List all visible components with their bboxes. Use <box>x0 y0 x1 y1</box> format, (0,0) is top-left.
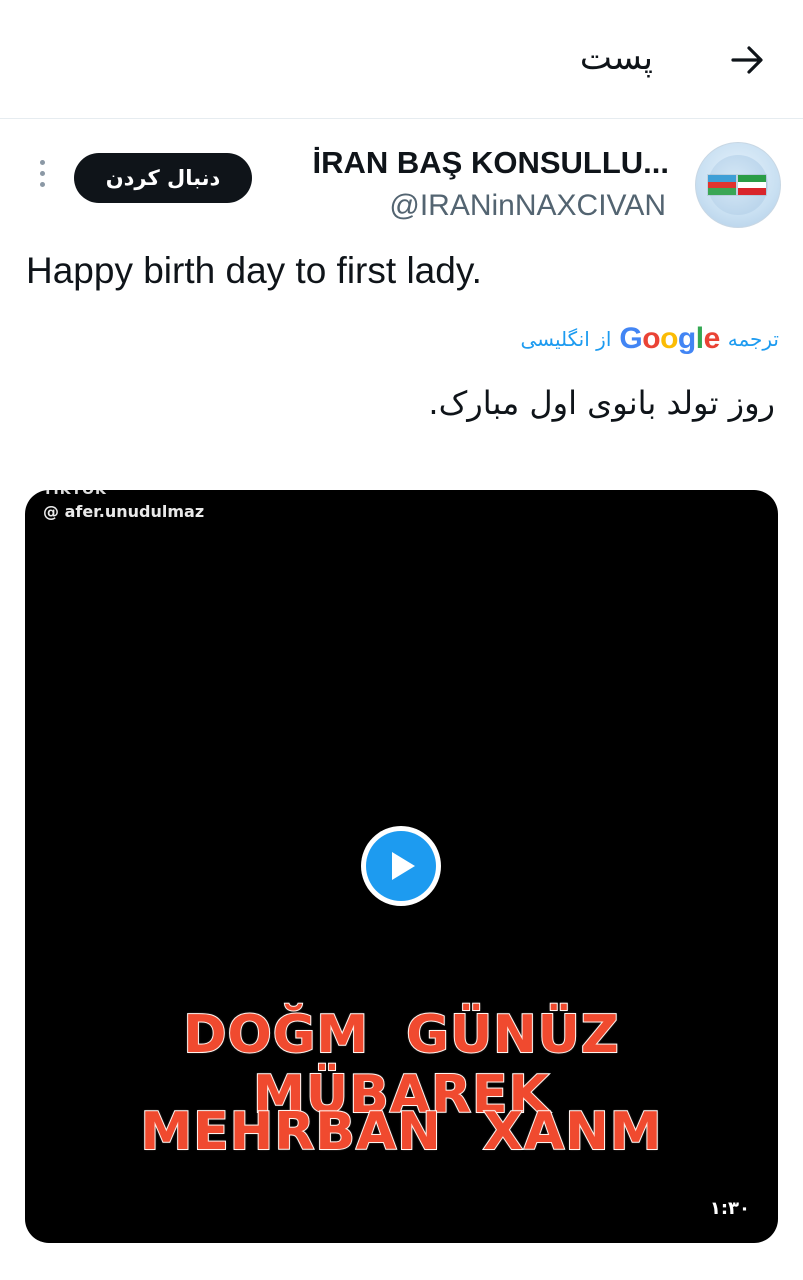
azerbaijan-flag-icon <box>708 175 736 195</box>
iran-flag-icon <box>738 175 766 195</box>
follow-button[interactable]: دنبال کردن <box>74 153 252 203</box>
tiktok-label: TIKTOK <box>43 490 107 498</box>
author-name[interactable]: İRAN BAŞ KONSULLU... <box>313 145 670 181</box>
tweet-text: Happy birth day to first lady. <box>26 250 482 291</box>
translate-suffix: از انگلیسی <box>520 327 612 351</box>
author-avatar[interactable] <box>695 142 781 228</box>
google-logo: Google <box>619 322 720 355</box>
video-watermark: @ afer.unudulmaz <box>43 502 205 521</box>
video-caption-line-2: MEHRBAN XANM <box>140 1101 663 1163</box>
video-duration: ۱:۳۰ <box>709 1198 750 1219</box>
play-button[interactable] <box>361 826 441 906</box>
page-title: پست <box>579 38 653 78</box>
translated-text: روز تولد بانوی اول مبارک. <box>428 384 775 422</box>
translate-link[interactable]: ترجمه Google از انگلیسی <box>520 322 779 356</box>
more-options-icon[interactable] <box>37 160 47 196</box>
top-bar: پست <box>0 0 803 119</box>
play-icon <box>366 831 436 901</box>
video-player[interactable]: TIKTOK @ afer.unudulmaz DOĞM GÜNÜZ MÜBAR… <box>25 490 778 1243</box>
back-arrow-icon[interactable] <box>727 40 767 80</box>
translate-prefix: ترجمه <box>727 327 779 351</box>
author-handle[interactable]: @IRANinNAXCIVAN <box>389 189 666 223</box>
